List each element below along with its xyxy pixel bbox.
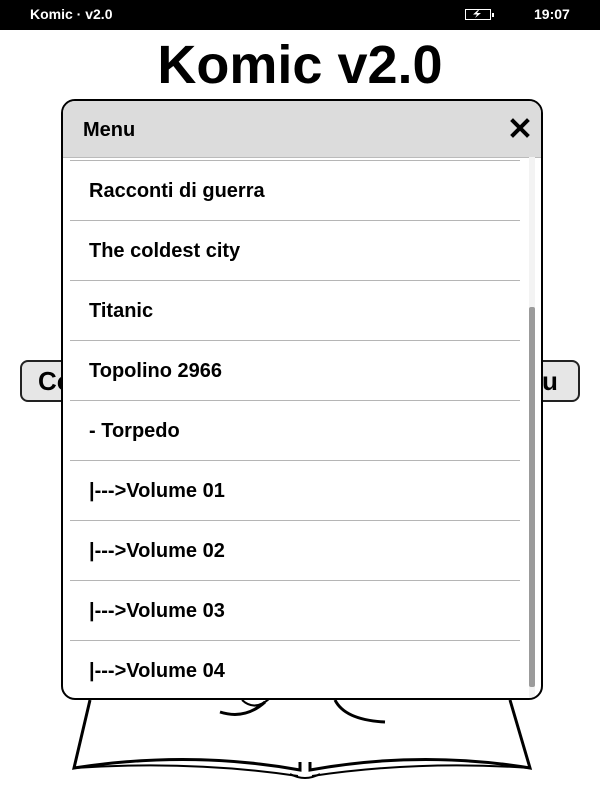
menu-item-label: The coldest city [89, 240, 241, 262]
menu-item-volume-03[interactable]: |--->Volume 03 [70, 581, 520, 641]
menu-item-torpedo[interactable]: - Torpedo [70, 401, 520, 461]
menu-header: Menu [63, 101, 541, 158]
menu-scrollbar-thumb[interactable] [529, 307, 535, 687]
menu-item-label: |--->Volume 04 [89, 660, 225, 682]
menu-item-label: |--->Volume 01 [89, 480, 225, 502]
menu-item-label: Racconti di guerra [89, 180, 265, 202]
menu-item-volume-01[interactable]: |--->Volume 01 [70, 461, 520, 521]
menu-item-label: Titanic [89, 300, 154, 322]
open-book-illustration [72, 697, 533, 779]
status-app-title: Komic · v2.0 [30, 6, 113, 22]
menu-item-label: |--->Volume 02 [89, 540, 225, 562]
menu-item-label: - Torpedo [89, 420, 180, 442]
menu-item-the-coldest-city[interactable]: The coldest city [70, 221, 520, 281]
battery-charging-icon [465, 9, 494, 20]
menu-item-volume-02[interactable]: |--->Volume 02 [70, 521, 520, 581]
menu-item-label: Topolino 2966 [89, 360, 222, 382]
close-icon[interactable] [509, 117, 531, 139]
menu-title: Menu [83, 119, 136, 141]
menu-scrollbar[interactable] [529, 157, 535, 698]
menu-item-titanic[interactable]: Titanic [70, 281, 520, 341]
menu-item-volume-04[interactable]: |--->Volume 04 [70, 641, 520, 698]
menu-item-label: |--->Volume 03 [89, 600, 225, 622]
menu-list[interactable]: Racconti di guerra The coldest city Tita… [70, 157, 520, 698]
app-title: Komic v2.0 [157, 35, 443, 95]
menu-item-racconti-di-guerra[interactable]: Racconti di guerra [70, 161, 520, 221]
menu-item-topolino-2966[interactable]: Topolino 2966 [70, 341, 520, 401]
menu-dialog: Menu Racconti di guerra The coldest city… [61, 99, 543, 700]
background-right-button-label: u [542, 366, 558, 396]
status-time: 19:07 [534, 6, 570, 22]
status-bar: Komic · v2.0 19:07 [0, 0, 600, 30]
